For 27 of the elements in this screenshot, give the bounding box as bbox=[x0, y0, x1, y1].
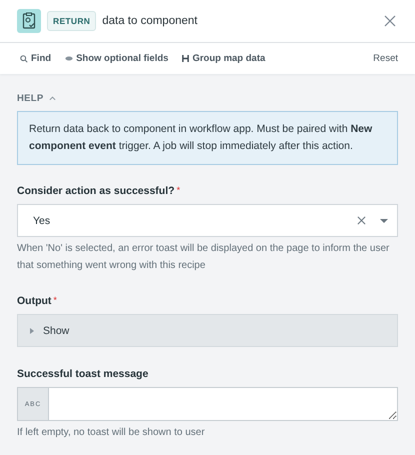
close-button[interactable] bbox=[382, 13, 398, 29]
close-icon bbox=[384, 15, 396, 27]
field-hint: When 'No' is selected, an error toast will be displayed on the page to inform the user that something went wrong with this recipe bbox=[17, 242, 390, 273]
toolbar-button[interactable]: Group map data bbox=[182, 53, 266, 64]
clipboard-icon bbox=[17, 9, 41, 33]
field-hint: If left empty, no toast will be shown to user bbox=[17, 426, 206, 440]
required-mark: * bbox=[176, 185, 180, 195]
clear-icon[interactable] bbox=[357, 216, 366, 225]
caret-icon bbox=[48, 96, 56, 101]
group-icon bbox=[182, 55, 190, 62]
select-field[interactable]: Yes bbox=[17, 204, 398, 237]
help-text: Return data back to component in workflow app. Must be paired with New component event trigger. A job will stop immediately after this action. bbox=[17, 111, 398, 165]
search-icon bbox=[20, 54, 28, 62]
dropdown-caret-icon[interactable] bbox=[380, 218, 388, 222]
output-toggle[interactable]: Show bbox=[17, 314, 398, 347]
text-field[interactable] bbox=[49, 387, 398, 421]
field-label: Consider action as successful? bbox=[17, 185, 175, 197]
required-mark: * bbox=[53, 295, 57, 305]
expand-arrow-icon bbox=[30, 328, 34, 334]
help-toggle[interactable]: HELP bbox=[17, 93, 56, 104]
step-title: data to component bbox=[102, 15, 198, 27]
action-badge: RETURN bbox=[47, 11, 96, 31]
field-label: Successful toast message bbox=[17, 368, 148, 380]
toolbar-button[interactable]: Show optional fields bbox=[65, 53, 168, 64]
toolbar-button[interactable]: Find bbox=[20, 53, 52, 64]
field-label: Output bbox=[17, 295, 52, 307]
reset-button[interactable]: Reset bbox=[373, 53, 398, 64]
